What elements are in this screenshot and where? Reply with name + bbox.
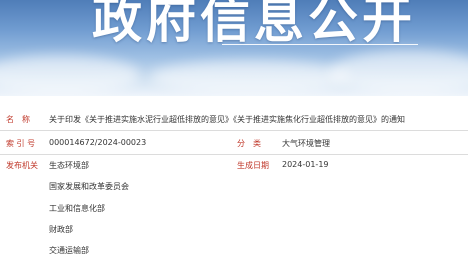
cloud-decoration: [330, 50, 468, 94]
issuer-item: 国家发展和改革委员会: [49, 182, 129, 191]
index-label: 索 引 号: [6, 139, 36, 148]
issuer-item: 交通运输部: [49, 246, 89, 255]
index-value: 000014672/2024-00023: [49, 138, 147, 147]
category-label: 分 类: [237, 139, 261, 148]
category-value: 大气环境管理: [282, 139, 330, 148]
name-value: 关于印发《关于推进实施水泥行业超低排放的意见》《关于推进实施焦化行业超低排放的意…: [49, 115, 405, 124]
cloud-decoration: [0, 55, 140, 95]
issuer-item: 生态环境部: [49, 161, 89, 170]
name-label: 名 称: [6, 115, 30, 124]
row-divider: [0, 130, 468, 131]
issuer-label: 发布机关: [6, 161, 38, 170]
header-banner: 政府信息公开: [0, 0, 468, 96]
issuer-item: 财政部: [49, 225, 73, 234]
row-divider: [0, 154, 468, 155]
banner-divider: [222, 44, 418, 45]
cloud-decoration: [150, 60, 350, 94]
date-label: 生成日期: [237, 161, 269, 170]
issuer-item: 工业和信息化部: [49, 204, 105, 213]
date-value: 2024-01-19: [282, 160, 329, 169]
